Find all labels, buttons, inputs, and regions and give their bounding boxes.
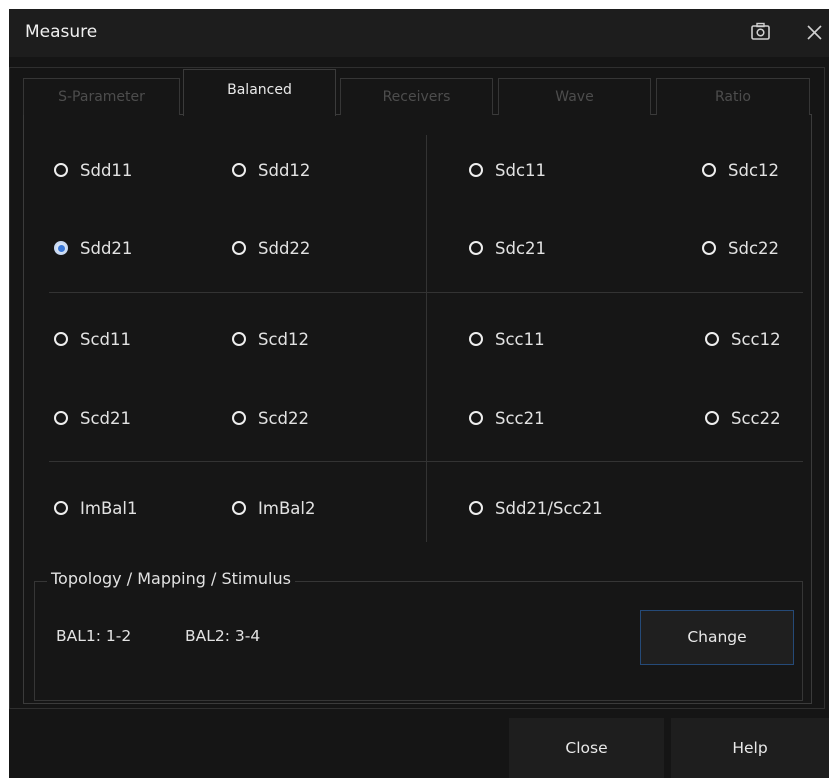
radio-sdd21-scc21[interactable]: Sdd21/Scc21 — [469, 495, 603, 521]
radio-indicator — [705, 411, 719, 425]
radio-scc21[interactable]: Scc21 — [469, 405, 545, 431]
radio-indicator — [469, 163, 483, 177]
radio-indicator — [54, 332, 68, 346]
radio-label: Scd11 — [80, 329, 132, 349]
radio-indicator — [232, 411, 246, 425]
bal2-mapping: BAL2: 3-4 — [185, 627, 261, 645]
radio-indicator — [702, 163, 716, 177]
radio-label: Sdd21 — [80, 238, 133, 258]
dialog-title: Measure — [25, 22, 98, 42]
radio-sdc12[interactable]: Sdc12 — [702, 157, 779, 183]
close-button[interactable]: Close — [509, 718, 664, 778]
title-bar: Measure — [9, 9, 829, 57]
radio-indicator — [469, 332, 483, 346]
tab-s-parameter[interactable]: S-Parameter — [23, 78, 180, 115]
row-divider — [49, 461, 803, 462]
column-divider — [426, 135, 427, 542]
radio-indicator — [232, 241, 246, 255]
radio-indicator — [54, 501, 68, 515]
radio-indicator-selected — [54, 241, 68, 255]
radio-scd12[interactable]: Scd12 — [232, 326, 309, 352]
radio-label: ImBal1 — [80, 498, 138, 518]
radio-label: Scc21 — [495, 408, 545, 428]
tab-balanced[interactable]: Balanced — [183, 69, 336, 116]
tab-ratio[interactable]: Ratio — [656, 78, 810, 115]
radio-sdd11[interactable]: Sdd11 — [54, 157, 132, 183]
radio-indicator — [54, 163, 68, 177]
radio-scc22[interactable]: Scc22 — [705, 405, 781, 431]
radio-label: Sdc22 — [728, 238, 780, 258]
topology-group-legend: Topology / Mapping / Stimulus — [47, 569, 295, 588]
radio-indicator — [469, 241, 483, 255]
row-divider — [49, 292, 803, 293]
radio-sdc22[interactable]: Sdc22 — [702, 235, 779, 261]
radio-sdc21[interactable]: Sdc21 — [469, 235, 546, 261]
radio-indicator — [54, 411, 68, 425]
close-icon[interactable] — [804, 21, 828, 45]
radio-indicator — [232, 501, 246, 515]
radio-scd22[interactable]: Scd22 — [232, 405, 309, 431]
radio-label: Sdc12 — [728, 160, 780, 180]
radio-label: Scc22 — [731, 408, 781, 428]
bal1-mapping: BAL1: 1-2 — [56, 627, 132, 645]
radio-label: Sdc21 — [495, 238, 547, 258]
radio-scd21[interactable]: Scd21 — [54, 405, 131, 431]
radio-sdd21[interactable]: Sdd21 — [54, 235, 132, 261]
radio-label: Sdc11 — [495, 160, 547, 180]
radio-sdd12[interactable]: Sdd12 — [232, 157, 310, 183]
radio-label: Sdd11 — [80, 160, 133, 180]
camera-icon[interactable] — [749, 21, 775, 45]
radio-indicator — [469, 411, 483, 425]
tab-wave[interactable]: Wave — [498, 78, 651, 115]
radio-scc12[interactable]: Scc12 — [705, 326, 781, 352]
radio-sdd22[interactable]: Sdd22 — [232, 235, 310, 261]
change-button[interactable]: Change — [640, 610, 794, 665]
measure-dialog: Measure S-Parameter Balanced Receivers W… — [9, 9, 829, 778]
radio-label: Scd22 — [258, 408, 310, 428]
radio-label: Scc12 — [731, 329, 781, 349]
radio-label: Scd12 — [258, 329, 310, 349]
radio-imbal1[interactable]: ImBal1 — [54, 495, 137, 521]
help-button[interactable]: Help — [671, 718, 829, 778]
radio-label: Scd21 — [80, 408, 132, 428]
radio-label: Scc11 — [495, 329, 545, 349]
radio-indicator — [705, 332, 719, 346]
radio-scd11[interactable]: Scd11 — [54, 326, 131, 352]
radio-indicator — [232, 332, 246, 346]
radio-imbal2[interactable]: ImBal2 — [232, 495, 315, 521]
radio-sdc11[interactable]: Sdc11 — [469, 157, 546, 183]
radio-label: Sdd12 — [258, 160, 311, 180]
radio-indicator — [469, 501, 483, 515]
tab-receivers[interactable]: Receivers — [340, 78, 493, 115]
radio-indicator — [702, 241, 716, 255]
radio-label: Sdd22 — [258, 238, 311, 258]
radio-scc11[interactable]: Scc11 — [469, 326, 545, 352]
radio-label: Sdd21/Scc21 — [495, 498, 603, 518]
radio-label: ImBal2 — [258, 498, 316, 518]
radio-indicator — [232, 163, 246, 177]
